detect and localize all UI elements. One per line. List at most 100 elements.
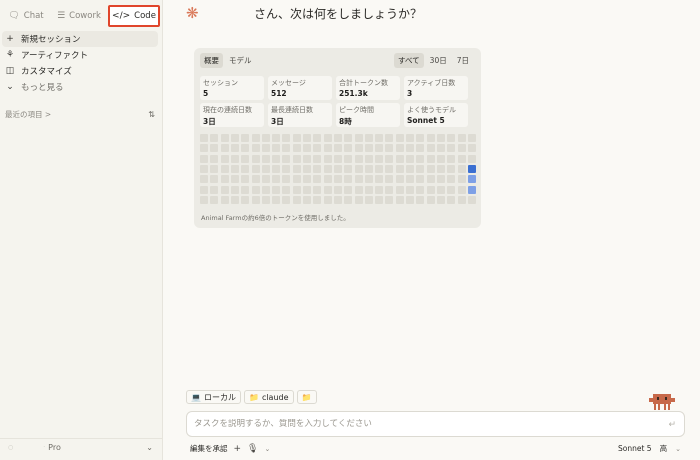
heatmap-cell bbox=[375, 175, 384, 184]
heatmap-cell bbox=[230, 185, 239, 194]
stat-label: 現在の連続日数 bbox=[203, 106, 252, 114]
heatmap-cell bbox=[292, 154, 301, 163]
stat-value: 3日 bbox=[203, 117, 216, 126]
chevron-down-icon[interactable]: ⌄ bbox=[264, 445, 270, 453]
heatmap-cell bbox=[292, 134, 301, 142]
stat-label: よく使うモデル bbox=[407, 106, 456, 114]
heatmap-cell bbox=[210, 185, 219, 194]
heatmap-cell bbox=[375, 185, 384, 194]
stat-sessions: セッション 5 bbox=[200, 76, 264, 100]
heatmap-cell bbox=[282, 154, 291, 163]
stat-label: ピーク時間 bbox=[339, 106, 374, 114]
recents-header[interactable]: 最近の項目 > ⇅ bbox=[5, 108, 155, 120]
approve-edits-toggle[interactable]: 編集を承認 bbox=[190, 443, 228, 454]
account-plan: Pro bbox=[48, 443, 61, 452]
heatmap-cell bbox=[406, 154, 414, 163]
heatmap-cell bbox=[333, 164, 342, 173]
heatmap-cell bbox=[200, 134, 208, 142]
plus-icon[interactable]: + bbox=[234, 444, 242, 454]
tab-overview[interactable]: 概要 bbox=[200, 53, 223, 68]
heatmap-cell bbox=[436, 164, 445, 173]
heatmap-cell bbox=[385, 185, 394, 194]
greeting-text: さん、次は何をしましょうか？ bbox=[254, 6, 423, 21]
heatmap-cell bbox=[220, 175, 229, 184]
nav-more[interactable]: ⌄ もっと見る bbox=[2, 79, 158, 95]
heatmap-cell bbox=[241, 134, 250, 142]
prompt-input[interactable] bbox=[194, 419, 654, 429]
heatmap-cell bbox=[220, 185, 229, 194]
stats-range-tabs: すべて 30日 7日 bbox=[393, 53, 473, 68]
heatmap-cell bbox=[364, 175, 373, 184]
chevron-down-icon[interactable]: ⌄ bbox=[675, 445, 681, 453]
heatmap-cell bbox=[292, 175, 301, 184]
plus-icon: + bbox=[6, 34, 14, 44]
recents-label: 最近の項目 > bbox=[5, 109, 52, 119]
heatmap-cell bbox=[467, 185, 476, 194]
heatmap-cell bbox=[406, 144, 414, 153]
claude-logo-icon: ❋ bbox=[186, 4, 199, 22]
heatmap-cell bbox=[323, 175, 332, 184]
heatmap-cell bbox=[313, 195, 322, 204]
microphone-icon[interactable]: 🎙 bbox=[247, 444, 258, 454]
nav-new-session[interactable]: + 新規セッション bbox=[2, 31, 158, 47]
heatmap-cell bbox=[261, 134, 270, 142]
heatmap-cell bbox=[282, 144, 291, 153]
stat-value: Sonnet 5 bbox=[407, 116, 445, 125]
account-name bbox=[16, 444, 40, 452]
heatmap-cell bbox=[354, 175, 363, 184]
tab-cowork[interactable]: ☰ Cowork bbox=[50, 6, 108, 26]
tab-chat[interactable]: 🗨 Chat bbox=[2, 6, 50, 26]
nav-customize[interactable]: ◫ カスタマイズ bbox=[2, 63, 158, 79]
heatmap-cell bbox=[416, 175, 425, 184]
range-7d[interactable]: 7日 bbox=[453, 53, 473, 68]
heatmap-cell bbox=[354, 164, 363, 173]
heatmap-cell bbox=[261, 195, 270, 204]
chip-local-label: ローカル bbox=[203, 392, 236, 402]
heatmap-cell bbox=[272, 185, 281, 194]
chip-local[interactable]: 💻 ローカル bbox=[186, 390, 241, 404]
stats-view-tabs: 概要 モデル bbox=[200, 53, 256, 68]
heatmap-cell bbox=[385, 134, 394, 142]
heatmap-cell bbox=[436, 175, 445, 184]
heatmap-cell bbox=[364, 185, 373, 194]
heatmap-cell bbox=[467, 195, 476, 204]
stat-longest-streak: 最長連続日数 3日 bbox=[268, 103, 332, 127]
model-selector[interactable]: Sonnet 5 bbox=[618, 444, 652, 453]
heatmap-cell bbox=[395, 185, 404, 194]
nav-artifacts[interactable]: ⚘ アーティファクト bbox=[2, 47, 158, 63]
chip-folder[interactable]: 📁 claude bbox=[243, 390, 294, 404]
heatmap-cell bbox=[447, 164, 456, 173]
heatmap-cell bbox=[436, 185, 445, 194]
heatmap-cell bbox=[272, 144, 281, 153]
heatmap-cell bbox=[323, 154, 332, 163]
heatmap-cell bbox=[457, 164, 466, 173]
heatmap-cell bbox=[395, 154, 404, 163]
range-30d[interactable]: 30日 bbox=[426, 53, 451, 68]
chip-add-folder[interactable]: 📁 bbox=[296, 390, 317, 404]
heatmap-cell bbox=[220, 154, 229, 163]
tab-models[interactable]: モデル bbox=[225, 53, 256, 68]
heatmap-cell bbox=[261, 144, 270, 153]
heatmap-cell bbox=[261, 154, 270, 163]
stat-label: メッセージ bbox=[271, 79, 306, 87]
heatmap-cell bbox=[303, 144, 311, 153]
heatmap-cell bbox=[282, 195, 291, 204]
heatmap-cell bbox=[272, 134, 281, 142]
heatmap-cell bbox=[200, 144, 208, 153]
crab-mascot-icon bbox=[649, 394, 675, 410]
send-icon[interactable]: ↵ bbox=[668, 420, 676, 430]
sidebar-nav: + 新規セッション ⚘ アーティファクト ◫ カスタマイズ ⌄ もっと見る bbox=[2, 31, 158, 95]
effort-selector[interactable]: 高 bbox=[660, 443, 668, 454]
heatmap-cell bbox=[251, 185, 260, 194]
usage-stats-card: 概要 モデル すべて 30日 7日 セッション 5 メッセージ 512 合計トー… bbox=[194, 48, 481, 228]
heatmap-cell bbox=[354, 134, 363, 142]
heatmap-cell bbox=[272, 195, 281, 204]
heatmap-cell bbox=[333, 154, 342, 163]
heatmap-cell bbox=[230, 195, 239, 204]
account-menu[interactable]: ○ · Pro ⌄ bbox=[0, 438, 163, 456]
heatmap-cell bbox=[200, 185, 208, 194]
filter-icon[interactable]: ⇅ bbox=[148, 110, 155, 119]
heatmap-cell bbox=[200, 195, 208, 204]
range-all[interactable]: すべて bbox=[393, 53, 424, 68]
tab-code[interactable]: </> Code bbox=[108, 5, 160, 27]
